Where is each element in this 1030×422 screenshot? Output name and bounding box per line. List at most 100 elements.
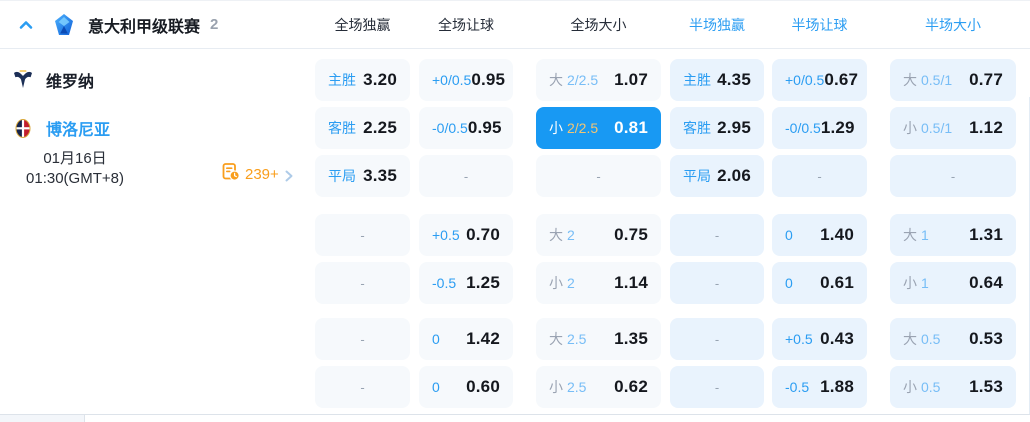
empty-odds-dash: - [360, 331, 365, 347]
odds-label: -0.5 [785, 379, 810, 395]
collapse-chevron-up-icon[interactable] [16, 15, 36, 35]
odds-value: 2.95 [717, 118, 751, 137]
odds-row: -0 0.60 小 2.5 0.62- -0.5 1.88 小 0.5 1.53 [315, 366, 1030, 408]
odds-cell[interactable]: 大 2/2.5 1.07 [536, 59, 661, 101]
odds-cell[interactable]: 平局 3.35 [315, 155, 410, 197]
odds-row: 主胜 3.20 +0/0.5 0.95 大 2/2.5 1.07 主胜 4.35 +0/0.5 0.… [315, 59, 1030, 101]
odds-value: 0.43 [820, 329, 854, 348]
handicap-label: 大 0.5/1 [903, 70, 952, 90]
odds-cell[interactable]: -0.5 1.88 [772, 366, 867, 408]
odds-cell[interactable]: 0 1.42 [419, 318, 513, 360]
over-under-prefix: 大 [549, 227, 563, 243]
odds-cell[interactable]: 主胜 4.35 [670, 59, 764, 101]
league-header-left: 意大利甲级联赛 2 [0, 13, 315, 37]
odds-cell[interactable]: +0.5 0.43 [772, 318, 867, 360]
odds-cell[interactable]: 小 1 0.64 [890, 262, 1016, 304]
odds-value: 0.95 [467, 118, 502, 137]
odds-cell[interactable]: 大 1 1.31 [890, 214, 1016, 256]
odds-row: - -0.5 1.25 小 2 1.14-0 0.61 小 1 0.64 [315, 262, 1030, 304]
markets-count-label: 239+ [245, 166, 279, 183]
odds-cell[interactable]: 主胜 3.20 [315, 59, 410, 101]
league-name: 意大利甲级联赛 [88, 18, 201, 36]
odds-cell[interactable]: -0/0.5 0.95 [419, 107, 513, 149]
handicap-label: 小 0.5 [903, 377, 940, 397]
odds-cell-empty: - [315, 262, 410, 304]
odds-cell[interactable]: 小 2/2.5 0.81 [536, 107, 661, 149]
handicap-line: 0.5 [921, 379, 941, 395]
home-team-name: 维罗纳 [46, 74, 95, 91]
match-card: 维罗纳 博洛尼亚 01月16日 01:30(GMT+8) 239+ 主胜 3.2… [0, 49, 1030, 422]
handicap-label: 大1 [903, 225, 929, 245]
odds-value: 1.88 [820, 377, 854, 396]
odds-cell-empty: - [419, 155, 513, 197]
odds-value: 1.53 [969, 377, 1003, 396]
odds-value: 1.31 [969, 225, 1003, 244]
odds-cell[interactable]: +0/0.5 0.95 [419, 59, 513, 101]
odds-value: 0.61 [820, 273, 854, 292]
odds-cell-empty: - [536, 155, 661, 197]
handicap-line: 1 [921, 275, 929, 291]
odds-cell[interactable]: 大 0.5/1 0.77 [890, 59, 1016, 101]
odds-cell-empty: - [670, 262, 764, 304]
odds-label: +0.5 [785, 331, 813, 347]
odds-value: 0.67 [824, 70, 859, 89]
handicap-label: 小1 [903, 273, 929, 293]
handicap-label: 大 0.5 [903, 329, 940, 349]
odds-cell[interactable]: 客胜 2.95 [670, 107, 764, 149]
more-markets-button[interactable]: 239+ [222, 163, 295, 186]
handicap-line: 2 [567, 227, 575, 243]
empty-odds-dash: - [463, 168, 469, 184]
odds-label: 0 [785, 275, 793, 291]
odds-cell[interactable]: +0/0.5 0.67 [772, 59, 867, 101]
chevron-right-icon [283, 169, 295, 181]
odds-cell[interactable]: 0 0.60 [419, 366, 513, 408]
odds-label: +0/0.5 [785, 72, 825, 88]
over-under-prefix: 小 [903, 379, 917, 395]
odds-value: 0.75 [614, 225, 648, 244]
over-under-prefix: 大 [903, 227, 917, 243]
odds-cell[interactable]: 平局 2.06 [670, 155, 764, 197]
odds-cell[interactable]: -0/0.5 1.29 [772, 107, 867, 149]
odds-cell[interactable]: 大 0.5 0.53 [890, 318, 1016, 360]
odds-cell[interactable]: 小 2.5 0.62 [536, 366, 661, 408]
odds-row: 客胜 2.25 -0/0.5 0.95 小 2/2.5 0.81 客胜 2.95 -0/0.5 1.… [315, 107, 1030, 149]
empty-odds-dash: - [714, 275, 720, 291]
away-team-name: 博洛尼亚 [46, 122, 111, 139]
odds-cell[interactable]: 小 0.5/1 1.12 [890, 107, 1016, 149]
league-logo-icon [52, 13, 76, 37]
odds-label: -0/0.5 [432, 120, 468, 136]
odds-value: 0.64 [969, 273, 1003, 292]
league-match-count: 2 [210, 16, 219, 33]
odds-cell-empty: - [670, 318, 764, 360]
odds-label: 0 [432, 379, 440, 395]
empty-odds-dash: - [360, 379, 365, 395]
odds-cell[interactable]: -0.5 1.25 [419, 262, 513, 304]
over-under-prefix: 小 [903, 120, 917, 136]
odds-value: 0.95 [471, 70, 506, 89]
match-date: 01月16日 [43, 150, 107, 167]
odds-cell[interactable]: 小 0.5 1.53 [890, 366, 1016, 408]
odds-cell[interactable]: 大 2 0.75 [536, 214, 661, 256]
odds-cell[interactable]: 小 2 1.14 [536, 262, 661, 304]
empty-odds-dash: - [714, 331, 720, 347]
empty-odds-dash: - [714, 379, 720, 395]
odds-value: 1.40 [820, 225, 854, 244]
odds-cell-empty: - [315, 366, 410, 408]
home-team-crest-icon [12, 69, 34, 91]
odds-cell[interactable]: 客胜 2.25 [315, 107, 410, 149]
handicap-label: 大 2/2.5 [549, 70, 598, 90]
odds-cell[interactable]: 0 0.61 [772, 262, 867, 304]
over-under-prefix: 小 [549, 379, 563, 395]
odds-value: 0.81 [614, 118, 648, 137]
next-section-edge [0, 414, 1030, 422]
odds-cell[interactable]: 大 2.5 1.35 [536, 318, 661, 360]
next-section-stub [0, 415, 85, 422]
match-datetime: 01月16日 01:30(GMT+8) [0, 149, 150, 189]
odds-value: 2.25 [363, 118, 397, 137]
col-header-full-handicap: 全场让球 [438, 16, 494, 33]
odds-value: 0.62 [614, 377, 648, 396]
odds-cell[interactable]: +0.5 0.70 [419, 214, 513, 256]
over-under-prefix: 大 [903, 331, 917, 347]
odds-value: 0.70 [466, 225, 500, 244]
odds-cell[interactable]: 0 1.40 [772, 214, 867, 256]
